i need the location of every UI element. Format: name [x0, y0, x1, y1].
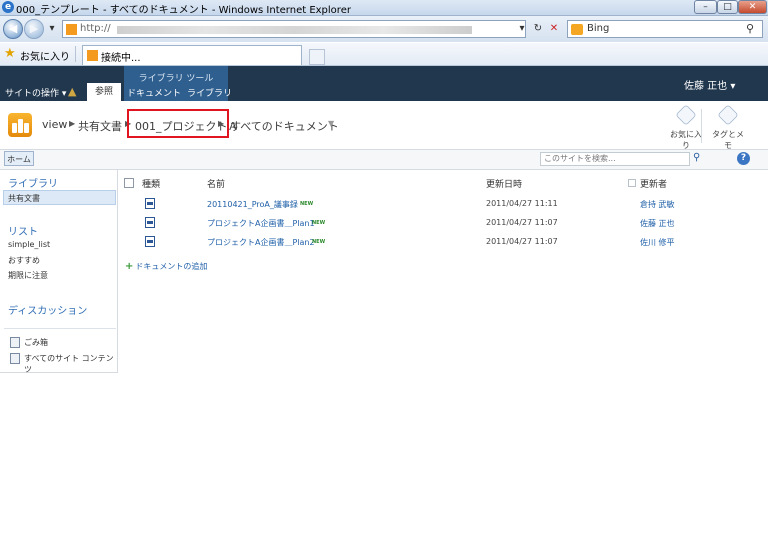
divider — [701, 109, 702, 143]
tab-library[interactable]: ライブラリ — [187, 86, 232, 99]
tab-browse[interactable]: 参照 — [87, 83, 121, 101]
modified-by-link[interactable]: 佐川 修平 — [640, 237, 675, 248]
breadcrumb-view[interactable]: view — [42, 118, 67, 131]
column-filter-icon[interactable] — [628, 179, 636, 187]
new-badge: NEW — [312, 220, 326, 226]
address-row: ◀ ▶ ▾ http:// ▾ ↻ ✕ Bing ⚲ — [0, 16, 768, 42]
search-icon[interactable]: ⚲ — [693, 152, 700, 163]
new-badge: NEW — [312, 239, 326, 245]
sidebar-item-shared-docs[interactable]: 共有文書 — [8, 193, 40, 204]
add-document-label: ドキュメントの追加 — [135, 262, 208, 271]
site-search-input[interactable]: このサイトを検索... — [540, 152, 690, 166]
modified-by-link[interactable]: 倉持 武敏 — [640, 199, 675, 210]
ribbon: ライブラリ ツール サイトの操作 ▾ ▲ 参照 ドキュメント ライブラリ 佐藤 … — [0, 66, 768, 101]
document-name-link[interactable]: 20110421_ProA_議事録 — [207, 199, 298, 210]
document-name-link[interactable]: プロジェクトA企画書＿Plan2 — [207, 237, 315, 248]
address-url: http:// — [80, 23, 111, 34]
home-tab[interactable]: ホーム — [4, 151, 34, 166]
context-group-label: ライブラリ ツール — [138, 74, 214, 84]
add-icon: + — [125, 261, 134, 272]
forward-button[interactable]: ▶ — [24, 19, 44, 39]
quick-launch: ライブラリ 共有文書 リスト simple_list おすすめ 期限に注意 ディ… — [0, 170, 118, 375]
tab-favicon-icon — [87, 50, 98, 61]
maximize-button[interactable]: □ — [717, 0, 738, 14]
document-name-link[interactable]: プロジェクトA企画書＿Plan1 — [207, 218, 315, 229]
stop-icon[interactable]: ✕ — [546, 21, 562, 37]
search-box[interactable]: Bing ⚲ — [567, 20, 763, 38]
recycle-bin-icon — [10, 337, 20, 348]
column-header-modified-by[interactable]: 更新者 — [640, 177, 667, 190]
address-field[interactable]: http:// — [62, 20, 526, 38]
site-content-icon — [10, 353, 20, 364]
select-all-checkbox[interactable] — [124, 178, 134, 188]
breadcrumb-separator-icon: ▶ — [69, 119, 76, 128]
site-actions-menu[interactable]: サイトの操作 ▾ — [5, 86, 66, 99]
sidebar-item-simple-list[interactable]: simple_list — [8, 240, 50, 249]
window-title: 000_テンプレート - すべてのドキュメント - Windows Intern… — [16, 5, 351, 16]
address-dropdown[interactable]: ▾ — [514, 21, 530, 37]
tab-label: 接続中... — [101, 53, 141, 64]
column-header-name[interactable]: 名前 — [207, 177, 225, 190]
modified-by-link[interactable]: 佐藤 正也 — [640, 218, 675, 229]
title-area: view ▶ 共有文書 ▶ 001_プロジェクトＡ ▶ すべてのドキュメント ▼… — [0, 101, 768, 150]
tags-notes-button[interactable]: タグとメモ — [710, 104, 746, 151]
recycle-bin-link[interactable]: ごみ箱 — [24, 337, 48, 348]
bing-icon — [571, 24, 583, 35]
column-header-modified[interactable]: 更新日時 — [486, 177, 522, 190]
window-title-bar: e 000_テンプレート - すべてのドキュメント - Windows Inte… — [0, 0, 768, 16]
all-site-content-link[interactable]: すべてのサイト コンテンツ — [24, 353, 117, 375]
breadcrumb-view-selector[interactable]: すべてのドキュメント — [230, 118, 339, 134]
favorite-button[interactable]: お気に入り — [668, 104, 704, 151]
search-icon[interactable]: ⚲ — [746, 22, 754, 35]
refresh-icon[interactable]: ↻ — [530, 21, 546, 37]
discussions-heading[interactable]: ディスカッション — [8, 302, 87, 317]
ie-logo-icon: e — [2, 1, 14, 13]
favorite-tag-icon — [675, 104, 697, 126]
modified-date: 2011/04/27 11:07 — [486, 237, 558, 246]
highlight-box — [127, 109, 229, 138]
favorites-button[interactable]: お気に入り — [20, 48, 70, 63]
sidebar-item-deadline[interactable]: 期限に注意 — [8, 270, 48, 281]
user-menu[interactable]: 佐藤 正也 ▾ — [684, 77, 735, 92]
tab-document[interactable]: ドキュメント — [127, 86, 181, 99]
word-doc-icon[interactable] — [145, 236, 155, 247]
column-header-type[interactable]: 種類 — [142, 177, 160, 190]
word-doc-icon[interactable] — [145, 198, 155, 209]
new-badge: NEW — [300, 201, 314, 207]
new-tab-button[interactable] — [309, 49, 325, 65]
word-doc-icon[interactable] — [145, 217, 155, 228]
favorite-label: お気に入り — [670, 130, 702, 150]
address-url-redacted — [117, 26, 472, 34]
divider — [4, 328, 116, 329]
navigate-up-icon[interactable]: ▲ — [68, 85, 76, 98]
site-logo-icon — [8, 113, 32, 137]
modified-date: 2011/04/27 11:11 — [486, 199, 558, 208]
lists-heading[interactable]: リスト — [8, 223, 38, 238]
favorites-star-icon[interactable]: ★ — [4, 46, 16, 61]
top-link-bar: ホーム このサイトを検索... ⚲ ? — [0, 150, 768, 170]
favorites-bar: ★ お気に入り 接続中... — [0, 43, 768, 66]
back-button[interactable]: ◀ — [3, 19, 23, 39]
close-button[interactable]: ✕ — [738, 0, 767, 14]
tags-notes-label: タグとメモ — [712, 130, 744, 150]
chevron-down-icon[interactable]: ▼ — [328, 119, 334, 128]
recent-pages-dropdown[interactable]: ▾ — [44, 21, 60, 37]
modified-date: 2011/04/27 11:07 — [486, 218, 558, 227]
divider — [75, 46, 76, 62]
sidebar-item-recommended[interactable]: おすすめ — [8, 255, 40, 266]
libraries-heading[interactable]: ライブラリ — [8, 175, 58, 190]
tags-notes-icon — [717, 104, 739, 126]
search-provider: Bing — [587, 23, 610, 34]
browser-tab[interactable]: 接続中... — [82, 45, 325, 65]
add-document-link[interactable]: + ドキュメントの追加 — [125, 261, 207, 272]
help-icon[interactable]: ? — [737, 152, 750, 165]
site-favicon-icon — [66, 24, 77, 35]
minimize-button[interactable]: – — [694, 0, 717, 14]
breadcrumb-library[interactable]: 共有文書 — [78, 118, 122, 134]
